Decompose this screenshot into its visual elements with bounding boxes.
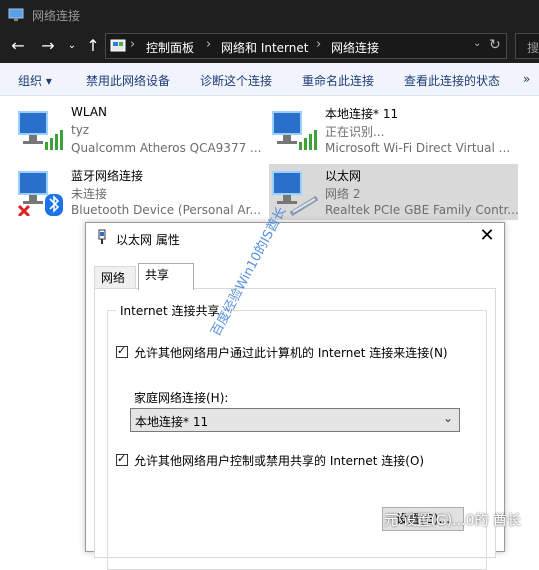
command-bar: 组织 ▾ 禁用此网络设备 诊断这个连接 重命名此连接 查看此连接的状态 »	[0, 63, 539, 96]
connection-device: Realtek PCIe GBE Family Contr...	[325, 203, 519, 217]
rename-connection-button[interactable]: 重命名此连接	[302, 72, 374, 89]
breadcrumb-separator-icon: ›	[316, 37, 322, 52]
back-arrow-icon[interactable]: ←	[10, 38, 26, 54]
chevron-down-icon: ⌄	[442, 411, 453, 425]
search-placeholder: 搜	[527, 41, 539, 55]
window-titlebar: 网络连接	[0, 0, 539, 30]
window-title: 网络连接	[32, 9, 81, 23]
connection-name: 蓝牙网络连接	[71, 169, 144, 183]
allow-control-label: 允许其他网络用户控制或禁用共享的 Internet 连接(O)	[134, 454, 425, 468]
address-row: ← → ⌄ ↑ › 控制面板 › 网络和 Internet › 网络连接 ⌄ ↻…	[0, 30, 539, 63]
refresh-icon[interactable]: ↻	[489, 37, 501, 53]
connection-device: Bluetooth Device (Personal Ar...	[71, 203, 261, 217]
close-icon[interactable]: ✕	[478, 227, 496, 245]
tab-network[interactable]: 网络	[94, 266, 136, 288]
address-dropdown-icon[interactable]: ⌄	[473, 38, 481, 49]
connection-status: 正在识别...	[325, 125, 385, 139]
breadcrumb-network-internet[interactable]: 网络和 Internet	[221, 39, 308, 56]
wifi-network-icon	[18, 111, 63, 150]
search-input[interactable]: 搜	[515, 33, 539, 59]
connection-device: Microsoft Wi-Fi Direct Virtual ...	[325, 141, 511, 155]
connection-item-ethernet[interactable]: 以太网 网络 2 Realtek PCIe GBE Family Contr..…	[269, 164, 519, 220]
allow-connect-label: 允许其他网络用户通过此计算机的 Internet 连接来连接(N)	[134, 346, 448, 360]
dialog-tabs: 网络 共享	[94, 263, 496, 290]
more-commands-button[interactable]: »	[523, 72, 530, 86]
ethernet-properties-dialog: 以太网 属性 ✕ 网络 共享 Internet 连接共享 允许其他网络用户通过此…	[85, 222, 505, 570]
connection-item-wlan[interactable]: WLAN tyz Qualcomm Atheros QCA9377 ...	[15, 102, 265, 158]
connection-name: WLAN	[71, 105, 108, 119]
dialog-title: 以太网 属性	[116, 233, 180, 247]
organize-menu-button[interactable]: 组织 ▾	[18, 72, 52, 89]
disable-device-button[interactable]: 禁用此网络设备	[86, 72, 170, 89]
connection-name: 以太网	[325, 169, 362, 183]
watermark-corner-text: 元 设置(G)...0的 酋长	[384, 513, 521, 529]
diagnose-connection-button[interactable]: 诊断这个连接	[200, 72, 272, 89]
breadcrumb-network-connections[interactable]: 网络连接	[331, 39, 379, 56]
wifi-network-icon	[272, 111, 317, 150]
tab-sharing[interactable]: 共享	[138, 263, 194, 290]
breadcrumb-separator-icon: ›	[130, 37, 136, 52]
connection-status: tyz	[71, 123, 90, 137]
allow-control-checkbox[interactable]	[116, 452, 128, 466]
connection-item-local-11[interactable]: 本地连接* 11 正在识别... Microsoft Wi-Fi Direct …	[269, 102, 519, 158]
internet-sharing-group: Internet 连接共享 允许其他网络用户通过此计算机的 Internet 连…	[107, 302, 487, 570]
connection-status: 网络 2	[325, 187, 361, 201]
home-network-label: 家庭网络连接(H):	[134, 391, 229, 405]
network-connections-icon	[8, 8, 24, 21]
connection-name: 本地连接* 11	[325, 107, 399, 121]
breadcrumb-separator-icon: ›	[206, 37, 212, 52]
group-title: Internet 连接共享	[116, 302, 224, 319]
connection-item-bluetooth[interactable]: 蓝牙网络连接 未连接 Bluetooth Device (Personal Ar…	[15, 164, 265, 220]
breadcrumb-control-panel[interactable]: 控制面板	[146, 39, 194, 56]
control-panel-icon	[110, 39, 126, 52]
connection-status: 未连接	[71, 187, 108, 201]
view-status-button[interactable]: 查看此连接的状态	[404, 72, 500, 89]
home-network-select[interactable]: 本地连接* 11 ⌄	[130, 408, 460, 432]
allow-connect-checkbox[interactable]	[116, 344, 128, 358]
connection-device: Qualcomm Atheros QCA9377 ...	[71, 141, 262, 155]
up-arrow-icon[interactable]: ↑	[85, 38, 101, 54]
address-bar[interactable]: › 控制面板 › 网络和 Internet › 网络连接 ⌄ ↻	[105, 33, 507, 59]
ethernet-adapter-icon	[98, 229, 106, 244]
home-network-value: 本地连接* 11	[135, 415, 209, 429]
forward-arrow-icon[interactable]: →	[40, 38, 56, 54]
recent-locations-chevron-icon[interactable]: ⌄	[64, 38, 80, 54]
bluetooth-network-icon	[17, 171, 63, 216]
